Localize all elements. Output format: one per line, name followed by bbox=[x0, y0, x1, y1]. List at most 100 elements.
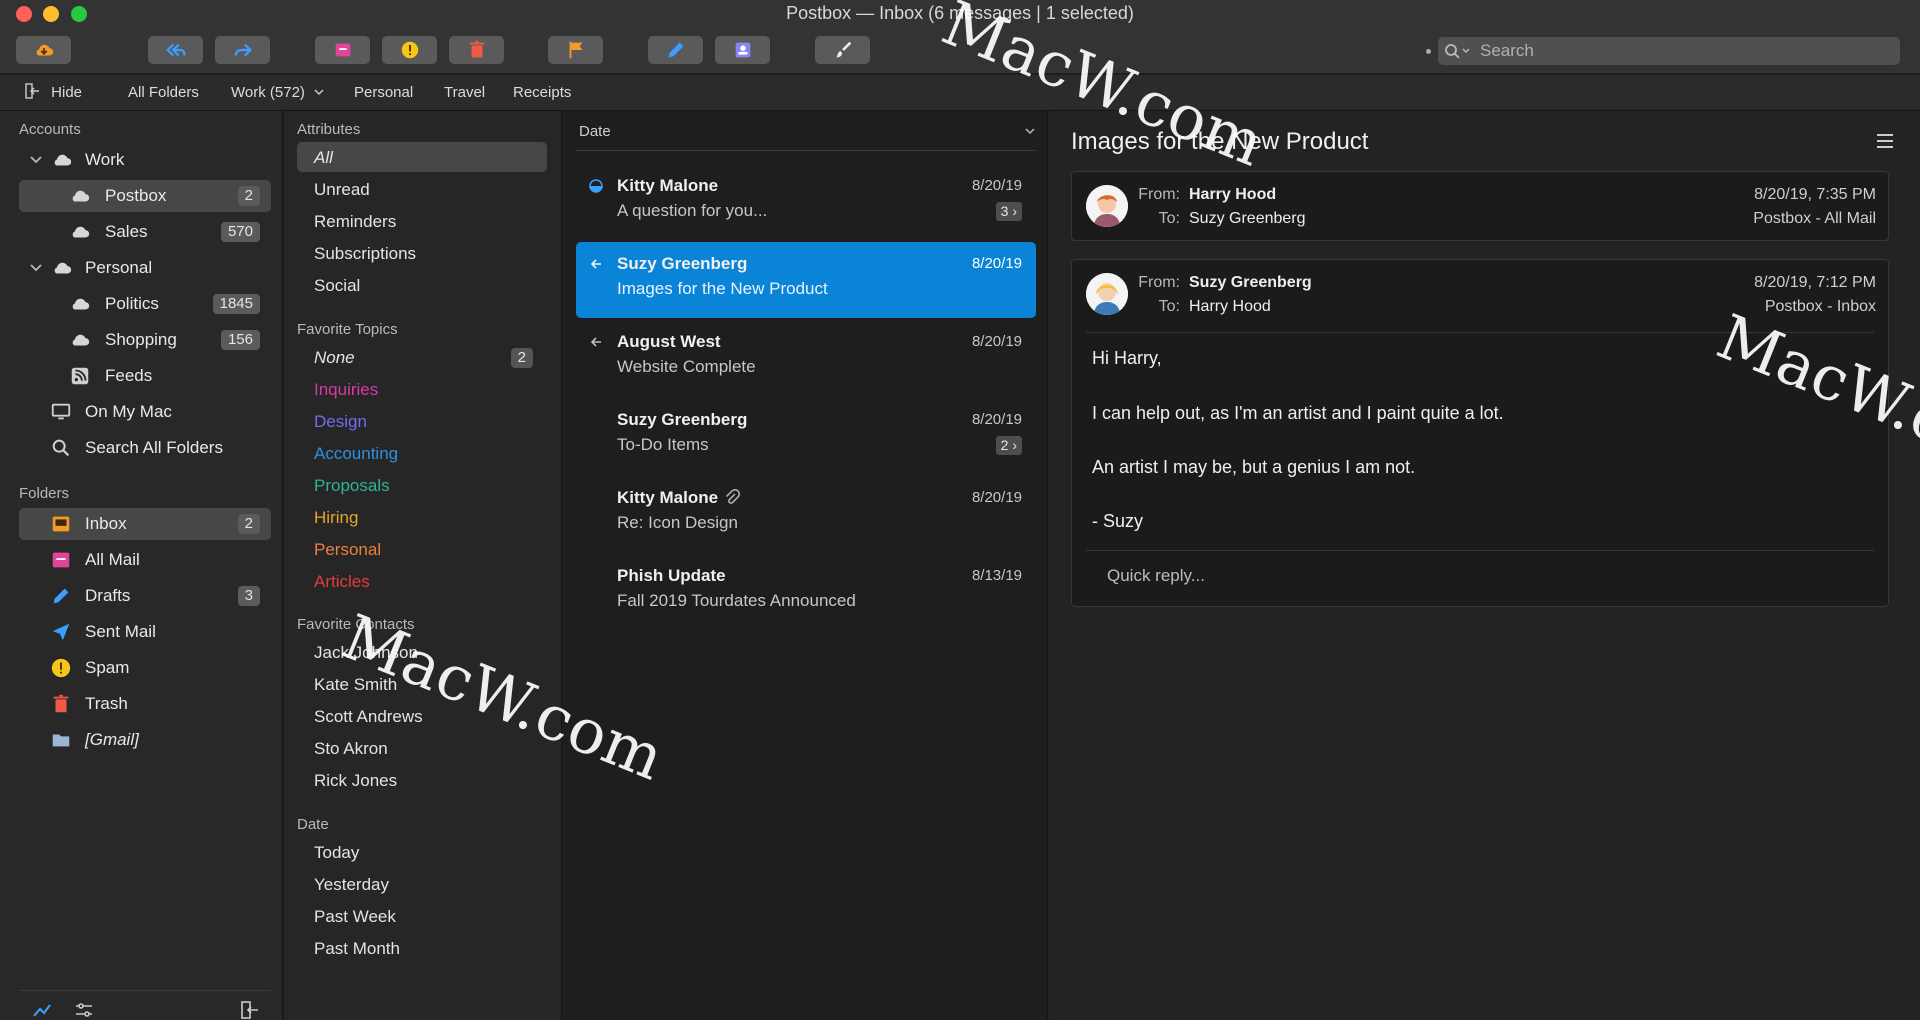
address-book-button[interactable] bbox=[715, 36, 770, 64]
sidebar-item-sales[interactable]: Sales 570 bbox=[19, 216, 271, 248]
fav-work[interactable]: Work (572) bbox=[231, 84, 324, 101]
fav-all-folders[interactable]: All Folders bbox=[128, 84, 199, 101]
monitor-icon bbox=[51, 403, 71, 420]
replied-arrow-icon bbox=[590, 259, 601, 269]
message-card-collapsed[interactable]: From: Harry Hood To: Suzy Greenberg 8/20… bbox=[1071, 171, 1889, 241]
search-box[interactable] bbox=[1438, 37, 1900, 65]
fav-travel[interactable]: Travel bbox=[444, 84, 485, 101]
message-body-line: I can help out, as I'm an artist and I p… bbox=[1092, 403, 1504, 423]
date-filter-item[interactable]: Yesterday bbox=[314, 875, 389, 895]
unread-count-badge: 3 bbox=[237, 586, 260, 606]
unread-count-badge: 1845 bbox=[212, 294, 260, 314]
reply-all-icon bbox=[165, 43, 185, 57]
get-mail-button[interactable] bbox=[16, 36, 71, 64]
chevron-down-icon[interactable] bbox=[1024, 125, 1036, 137]
search-icon bbox=[52, 439, 70, 457]
message-body-line: Hi Harry, bbox=[1092, 348, 1162, 368]
contact-item[interactable]: Scott Andrews bbox=[314, 707, 423, 727]
message-row[interactable]: Suzy Greenberg To-Do Items 8/20/19 2 › bbox=[576, 398, 1036, 474]
sort-label: Date bbox=[579, 123, 611, 140]
sidebar-item-on-my-mac[interactable]: On My Mac bbox=[19, 396, 271, 428]
sidebar-item-label: Personal bbox=[85, 258, 153, 277]
topic-proposals[interactable]: Proposals bbox=[314, 476, 390, 496]
filter-unread[interactable]: Unread bbox=[314, 180, 370, 200]
pencil-icon bbox=[53, 588, 69, 604]
chevron-down-icon[interactable] bbox=[29, 261, 43, 275]
topic-inquiries[interactable]: Inquiries bbox=[314, 380, 378, 400]
sidebar-item-shopping[interactable]: Shopping 156 bbox=[19, 324, 271, 356]
reply-all-button[interactable] bbox=[148, 36, 203, 64]
search-input[interactable] bbox=[1480, 41, 1860, 61]
topic-articles[interactable]: Articles bbox=[314, 572, 370, 592]
sidebar-item-label: Politics bbox=[105, 294, 159, 313]
trash-icon bbox=[469, 40, 484, 58]
sidebar-item-all-mail[interactable]: All Mail bbox=[19, 544, 271, 576]
customize-button[interactable] bbox=[815, 36, 870, 64]
folder-icon bbox=[52, 734, 70, 747]
message-subject: To-Do Items bbox=[617, 435, 709, 454]
fav-work-label: Work (572) bbox=[231, 84, 305, 101]
contact-item[interactable]: Kate Smith bbox=[314, 675, 397, 695]
contact-item[interactable]: Jack Johnson bbox=[314, 643, 418, 663]
message-row[interactable]: Kitty Malone Re: Icon Design 8/20/19 bbox=[576, 476, 1036, 552]
message-sender: Suzy Greenberg bbox=[617, 254, 748, 273]
sliders-icon[interactable] bbox=[74, 1000, 94, 1020]
spam-button[interactable] bbox=[382, 36, 437, 64]
message-row[interactable]: Kitty Malone A question for you... 8/20/… bbox=[576, 164, 1036, 240]
sidebar-item-search-all-folders[interactable]: Search All Folders bbox=[19, 432, 271, 464]
address-book-icon bbox=[735, 42, 750, 58]
sidebar-item-drafts[interactable]: Drafts 3 bbox=[19, 580, 271, 612]
sidebar-item-work[interactable]: Work bbox=[19, 144, 271, 176]
date-filter-item[interactable]: Past Month bbox=[314, 939, 400, 959]
topic-personal[interactable]: Personal bbox=[314, 540, 381, 560]
message-row[interactable]: August West Website Complete 8/20/19 bbox=[576, 320, 1036, 396]
topic-none[interactable]: None bbox=[314, 348, 355, 368]
fav-personal[interactable]: Personal bbox=[354, 84, 413, 101]
filter-all[interactable]: All bbox=[314, 148, 333, 168]
sidebar-item-sent-mail[interactable]: Sent Mail bbox=[19, 616, 271, 648]
search-options-dot[interactable] bbox=[1426, 49, 1431, 54]
filter-social[interactable]: Social bbox=[314, 276, 360, 296]
sidebar-item-politics[interactable]: Politics 1845 bbox=[19, 288, 271, 320]
sidebar-item-gmail[interactable]: [Gmail] bbox=[19, 724, 271, 756]
quick-reply-input[interactable] bbox=[1107, 566, 1707, 586]
forward-button[interactable] bbox=[215, 36, 270, 64]
sidebar-item-inbox[interactable]: Inbox 2 bbox=[19, 508, 271, 540]
date-filter-item[interactable]: Today bbox=[314, 843, 359, 863]
sidebar-item-postbox[interactable]: Postbox 2 bbox=[19, 180, 271, 212]
sidebar-item-spam[interactable]: Spam bbox=[19, 652, 271, 684]
delete-button[interactable] bbox=[449, 36, 504, 64]
topic-accounting[interactable]: Accounting bbox=[314, 444, 398, 464]
message-date: 8/20/19 bbox=[971, 333, 1022, 350]
compose-button[interactable] bbox=[648, 36, 703, 64]
cloud-download-icon bbox=[36, 44, 53, 56]
message-row[interactable]: Phish Update Fall 2019 Tourdates Announc… bbox=[576, 554, 1036, 630]
filter-subscriptions[interactable]: Subscriptions bbox=[314, 244, 416, 264]
hamburger-menu-icon[interactable] bbox=[1876, 133, 1894, 149]
sort-header[interactable]: Date bbox=[576, 111, 1036, 151]
topic-design[interactable]: Design bbox=[314, 412, 367, 432]
date-filter-item[interactable]: Past Week bbox=[314, 907, 396, 927]
contact-item[interactable]: Sto Akron bbox=[314, 739, 388, 759]
sidebar-item-personal[interactable]: Personal bbox=[19, 252, 271, 284]
chevron-down-icon bbox=[314, 89, 324, 96]
filter-reminders[interactable]: Reminders bbox=[314, 212, 396, 232]
thread-count-badge[interactable]: 2 › bbox=[995, 436, 1022, 455]
thread-count-badge[interactable]: 3 › bbox=[995, 202, 1022, 221]
message-row-selected[interactable]: Suzy Greenberg Images for the New Produc… bbox=[576, 242, 1036, 318]
contact-item[interactable]: Rick Jones bbox=[314, 771, 397, 791]
window-title: Postbox — Inbox (6 messages | 1 selected… bbox=[786, 3, 1134, 23]
flag-button[interactable] bbox=[548, 36, 603, 64]
sign-out-icon[interactable] bbox=[240, 1000, 260, 1020]
topic-hiring[interactable]: Hiring bbox=[314, 508, 358, 528]
topic-count-badge: 2 bbox=[510, 348, 533, 368]
archive-button[interactable] bbox=[315, 36, 370, 64]
unread-dot-icon[interactable] bbox=[588, 178, 604, 194]
fav-receipts[interactable]: Receipts bbox=[513, 84, 571, 101]
sidebar-item-trash[interactable]: Trash bbox=[19, 688, 271, 720]
sidebar-item-feeds[interactable]: Feeds bbox=[19, 360, 271, 392]
chevron-down-icon[interactable] bbox=[29, 153, 43, 167]
activity-icon[interactable] bbox=[32, 1000, 52, 1020]
sidebar-item-label: Postbox bbox=[105, 186, 167, 205]
hide-sidebar-button[interactable]: Hide bbox=[25, 83, 82, 101]
